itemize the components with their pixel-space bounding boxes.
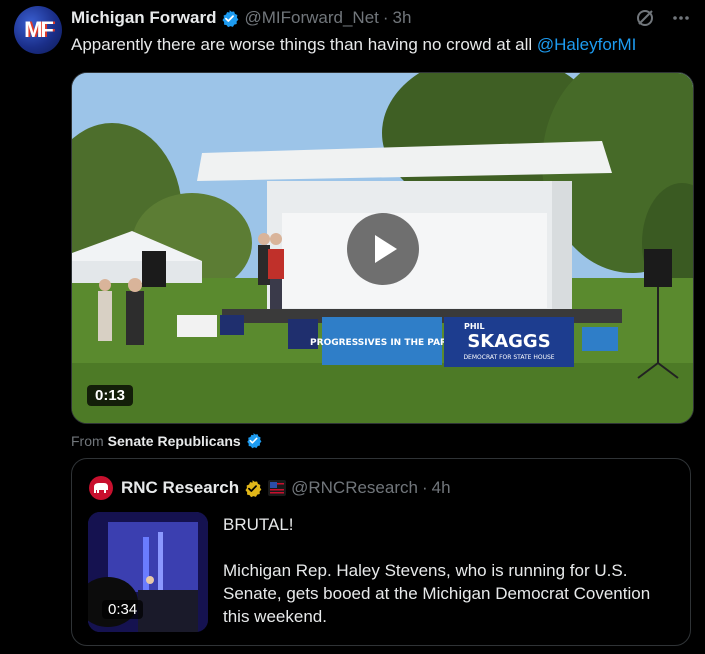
tweet-text-body: Apparently there are worse things than h… xyxy=(71,35,537,54)
tweet-text: Apparently there are worse things than h… xyxy=(71,35,636,55)
separator-dot: · xyxy=(382,8,389,27)
play-icon xyxy=(375,235,397,263)
affiliate-flag-icon xyxy=(268,480,287,496)
source-name[interactable]: Senate Republicans xyxy=(108,433,241,449)
quote-text-line2: Michigan Rep. Haley Stevens, who is runn… xyxy=(223,561,651,626)
banner-first-name: PHIL xyxy=(464,322,485,331)
banner-skaggs: SKAGGS xyxy=(467,331,550,352)
quote-header: RNC Research @RNCResearch · 4h xyxy=(89,476,451,500)
quote-video-thumbnail[interactable]: 0:34 xyxy=(88,512,208,632)
quote-timestamp[interactable]: 4h xyxy=(432,478,451,498)
avatar-logo-text: MF xyxy=(24,17,54,42)
source-prefix: From xyxy=(71,432,104,449)
quote-author-handle[interactable]: @RNCResearch xyxy=(291,478,418,498)
grok-icon[interactable] xyxy=(635,8,655,28)
author-avatar[interactable]: MF xyxy=(14,6,62,54)
mention-link[interactable]: @HaleyforMI xyxy=(537,35,636,54)
banner-progressives: PROGRESSIVES IN THE PARK xyxy=(310,338,455,348)
quote-text: BRUTAL! Michigan Rep. Haley Stevens, who… xyxy=(223,513,673,628)
tweet-timestamp[interactable]: 3h xyxy=(393,8,412,28)
quote-author-name[interactable]: RNC Research xyxy=(121,478,239,498)
video-player[interactable]: PROGRESSIVES IN THE PARK PHIL SKAGGS DEM… xyxy=(71,72,694,424)
video-duration: 0:13 xyxy=(87,385,134,406)
elephant-logo-icon xyxy=(94,483,108,493)
banner-subtitle: DEMOCRAT FOR STATE HOUSE xyxy=(463,354,554,361)
quoted-tweet[interactable]: RNC Research @RNCResearch · 4h 0:34 BRUT… xyxy=(71,458,691,646)
verified-badge-icon xyxy=(246,433,262,449)
author-handle[interactable]: @MIForward_Net xyxy=(244,8,378,28)
source-attribution: From Senate Republicans xyxy=(71,432,262,449)
tweet-actions-top xyxy=(635,8,691,28)
verified-badge-icon xyxy=(222,9,239,27)
author-name[interactable]: Michigan Forward xyxy=(71,8,216,28)
verified-gold-badge-icon xyxy=(245,479,262,497)
tweet-header: Michigan Forward @MIForward_Net · 3h xyxy=(71,7,411,29)
separator-dot: · xyxy=(421,478,428,497)
play-button[interactable] xyxy=(347,213,419,285)
more-icon[interactable] xyxy=(671,8,691,28)
quote-video-duration: 0:34 xyxy=(102,600,144,619)
quote-text-line1: BRUTAL! xyxy=(223,515,294,534)
rnc-avatar[interactable] xyxy=(89,476,113,500)
